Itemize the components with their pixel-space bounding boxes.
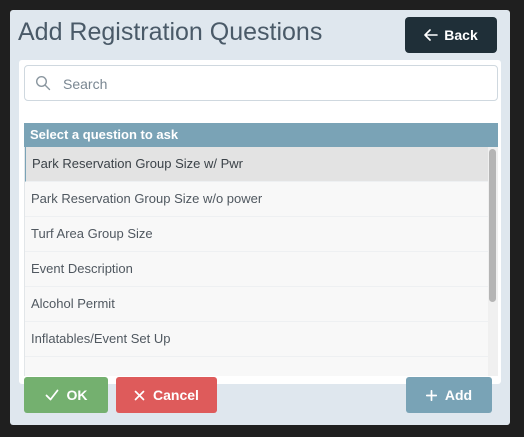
back-button[interactable]: Back (405, 17, 497, 53)
close-icon (134, 390, 145, 400)
back-button-label: Back (444, 27, 478, 43)
list-item-partial[interactable] (25, 357, 489, 376)
search-icon (35, 75, 51, 91)
scrollbar-thumb[interactable] (489, 149, 496, 302)
list-item[interactable]: Park Reservation Group Size w/ Pwr (25, 147, 489, 182)
list-item[interactable]: Event Description (25, 252, 489, 287)
list-scrollbar[interactable] (488, 147, 498, 376)
cancel-button-label: Cancel (153, 387, 199, 403)
question-list: Park Reservation Group Size w/ Pwr Park … (24, 147, 489, 376)
list-item[interactable]: Alcohol Permit (25, 287, 489, 322)
list-item[interactable]: Inflatables/Event Set Up (25, 322, 489, 357)
add-button[interactable]: Add (406, 377, 492, 413)
add-registration-questions-dialog: Add Registration Questions Back Select a… (10, 10, 510, 425)
arrow-left-icon (424, 29, 439, 41)
check-icon (45, 389, 58, 401)
add-button-label: Add (444, 387, 473, 403)
list-header: Select a question to ask (24, 123, 498, 147)
search-input[interactable] (61, 72, 485, 96)
ok-button[interactable]: OK (24, 377, 108, 413)
list-item[interactable]: Turf Area Group Size (25, 217, 489, 252)
cancel-button[interactable]: Cancel (116, 377, 217, 413)
search-box (24, 65, 498, 101)
plus-icon (425, 389, 437, 401)
list-item[interactable]: Park Reservation Group Size w/o power (25, 182, 489, 217)
ok-button-label: OK (66, 387, 88, 403)
dialog-title: Add Registration Questions (18, 18, 323, 46)
